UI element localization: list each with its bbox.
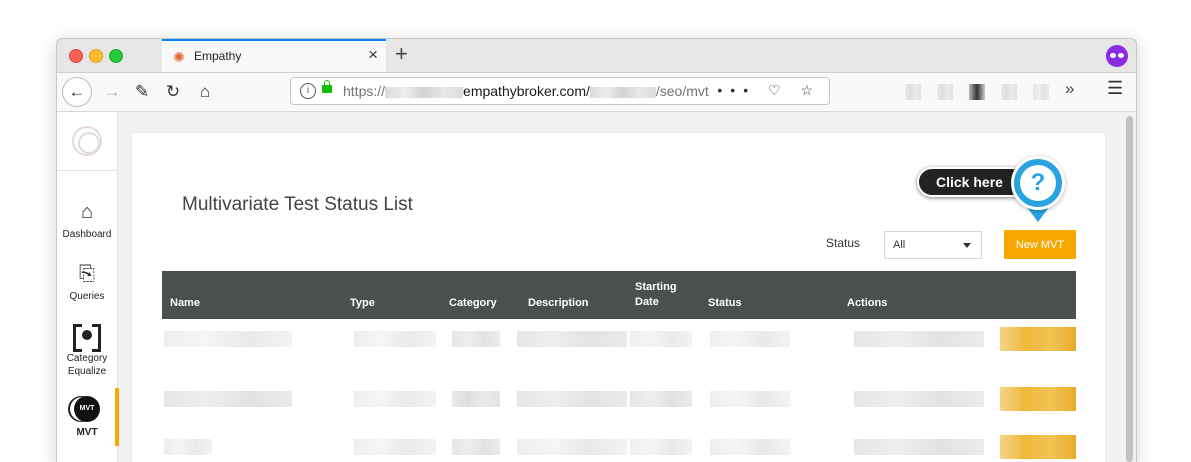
reload-icon[interactable]: ↻	[158, 77, 188, 107]
redacted-cell	[630, 331, 692, 347]
home-icon: ⌂	[80, 201, 94, 223]
redacted-cell	[517, 439, 627, 455]
forward-button[interactable]: →	[97, 77, 127, 107]
extension-icon[interactable]	[969, 84, 985, 100]
redacted-cell	[517, 331, 627, 347]
column-header-status[interactable]: Status	[708, 296, 742, 311]
table-row[interactable]	[162, 431, 1076, 462]
redacted-cell	[452, 331, 500, 347]
redacted-cell	[164, 391, 292, 407]
mvt-icon: MVT	[74, 396, 100, 422]
page-title: Multivariate Test Status List	[182, 194, 413, 215]
table-header: Name Type Category Description Starting …	[162, 271, 1076, 319]
sidebar-item-category-equalize[interactable]: Category Equalize	[57, 324, 117, 378]
home-button-icon[interactable]: ⌂	[190, 77, 220, 107]
browser-window: ✺ Empathy × + ← → ✎ ↻ ⌂ i https://empath…	[56, 38, 1137, 462]
sidebar-item-queries[interactable]: ⎘ Queries	[57, 262, 117, 303]
tab-title: Empathy	[194, 49, 242, 63]
redacted-cell	[164, 439, 212, 455]
vertical-scrollbar[interactable]	[1126, 116, 1133, 462]
column-header-category[interactable]: Category	[449, 296, 497, 311]
close-window-button[interactable]	[69, 49, 83, 63]
url-text[interactable]: https://empathybroker.com//seo/mvt	[343, 83, 709, 99]
redacted-cell	[854, 331, 984, 347]
queries-icon: ⎘	[79, 263, 95, 285]
page-actions-icon[interactable]: ••• ♡ ☆	[717, 82, 821, 99]
redacted-cell	[354, 439, 436, 455]
sidebar-item-dashboard[interactable]: ⌂ Dashboard	[57, 200, 117, 241]
minimize-window-button[interactable]	[89, 49, 103, 63]
category-equalize-icon	[73, 324, 101, 352]
redacted-cell	[710, 439, 790, 455]
redacted-cell	[630, 439, 692, 455]
sidebar: ⌂ Dashboard ⎘ Queries Category Equalize …	[57, 112, 119, 462]
column-header-starting-date[interactable]: Starting Date	[635, 280, 677, 310]
redacted-cell	[452, 391, 500, 407]
redacted-cell	[452, 439, 500, 455]
empathy-favicon-icon: ✺	[173, 49, 185, 65]
question-icon: ?	[1020, 165, 1056, 201]
redacted-cell	[710, 391, 790, 407]
redacted-cell	[164, 331, 292, 347]
overflow-chevron-icon[interactable]: »	[1065, 79, 1074, 99]
extension-icon[interactable]	[1033, 84, 1049, 100]
status-filter-select[interactable]: All	[884, 231, 982, 259]
action-buttons[interactable]	[1000, 435, 1076, 459]
browser-tab[interactable]: ✺ Empathy ×	[162, 39, 386, 72]
wrench-icon[interactable]: ✎	[127, 77, 157, 107]
table-row[interactable]	[162, 383, 1076, 415]
column-header-description[interactable]: Description	[528, 296, 589, 311]
new-tab-button[interactable]: +	[395, 41, 408, 67]
sidebar-divider	[57, 170, 117, 171]
column-header-actions[interactable]: Actions	[847, 296, 887, 311]
zoom-window-button[interactable]	[109, 49, 123, 63]
action-buttons[interactable]	[1000, 387, 1076, 411]
status-filter-label: Status	[826, 236, 861, 250]
sidebar-item-mvt[interactable]: MVT MVT	[57, 396, 117, 439]
page-content: ⌂ Dashboard ⎘ Queries Category Equalize …	[57, 112, 1136, 462]
active-indicator	[115, 388, 119, 446]
hamburger-menu-icon[interactable]: ☰	[1107, 78, 1123, 99]
table-row[interactable]	[162, 323, 1076, 355]
extension-icon[interactable]	[937, 84, 953, 100]
redacted-cell	[354, 391, 436, 407]
column-header-name[interactable]: Name	[170, 296, 200, 311]
redacted-cell	[630, 391, 692, 407]
private-browsing-mask-icon	[1106, 45, 1128, 67]
url-bar[interactable]: i https://empathybroker.com//seo/mvt •••…	[290, 77, 830, 105]
navigation-toolbar: ← → ✎ ↻ ⌂ i https://empathybroker.com//s…	[57, 73, 1136, 112]
new-mvt-button[interactable]: New MVT	[1004, 230, 1076, 259]
caret-down-icon	[963, 243, 971, 248]
tab-close-icon[interactable]: ×	[368, 45, 378, 65]
help-button[interactable]: ?	[1011, 156, 1065, 210]
extension-icon[interactable]	[1001, 84, 1017, 100]
column-header-type[interactable]: Type	[350, 296, 375, 311]
action-buttons[interactable]	[1000, 327, 1076, 351]
redacted-cell	[710, 331, 790, 347]
empathy-logo-icon[interactable]	[72, 126, 102, 156]
redacted-cell	[854, 391, 984, 407]
extension-icon[interactable]	[905, 84, 921, 100]
back-button[interactable]: ←	[62, 77, 92, 107]
tab-bar: ✺ Empathy × +	[57, 39, 1136, 73]
main-panel: Multivariate Test Status List Click here…	[132, 133, 1105, 462]
lock-icon[interactable]	[322, 80, 332, 93]
redacted-cell	[854, 439, 984, 455]
redacted-cell	[354, 331, 436, 347]
info-icon[interactable]: i	[300, 83, 316, 99]
redacted-cell	[517, 391, 627, 407]
